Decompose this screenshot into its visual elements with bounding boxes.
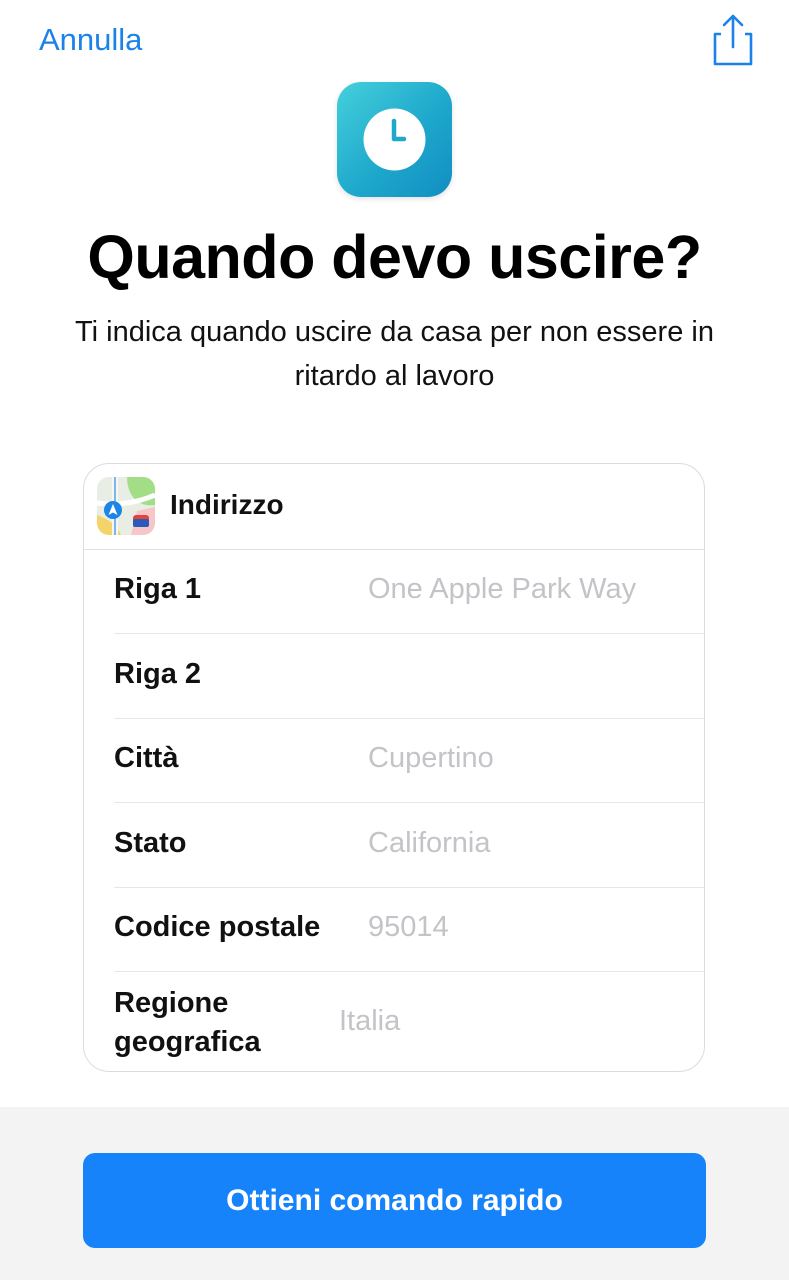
shortcut-title: Quando devo uscire? (87, 223, 702, 291)
get-shortcut-button[interactable]: Ottieni comando rapido (83, 1153, 706, 1248)
field-placeholder: One Apple Park Way (368, 573, 637, 605)
shortcut-app-icon (337, 82, 452, 197)
field-label: Stato (114, 827, 187, 859)
region-field[interactable]: Regione geografica Italia (114, 972, 704, 1071)
field-placeholder: Cupertino (368, 742, 494, 774)
state-field[interactable]: Stato California (114, 803, 704, 888)
shortcut-description: Ti indica quando uscire da casa per non … (75, 316, 714, 392)
field-placeholder: California (368, 827, 491, 859)
field-placeholder: Italia (339, 1005, 401, 1037)
field-label: Riga 2 (114, 658, 202, 690)
share-icon (713, 14, 753, 66)
postal-code-field[interactable]: Codice postale 95014 (114, 887, 704, 972)
cancel-button[interactable]: Annulla (39, 22, 142, 58)
field-placeholder: 95014 (368, 911, 449, 943)
field-label: Riga 1 (114, 573, 202, 605)
maps-app-icon (97, 477, 155, 535)
city-field[interactable]: Città Cupertino (114, 718, 704, 803)
address-line1-field[interactable]: Riga 1 One Apple Park Way (114, 549, 704, 634)
address-card-title: Indirizzo (170, 489, 284, 520)
clock-icon (363, 108, 426, 171)
address-card: Indirizzo Riga 1 One Apple Park Way Riga… (83, 463, 705, 1072)
field-label: Codice postale (114, 911, 321, 943)
share-button[interactable] (708, 12, 758, 70)
address-card-header: Indirizzo (84, 464, 704, 550)
address-line2-field[interactable]: Riga 2 (114, 634, 704, 719)
field-label: Città (114, 742, 179, 774)
field-label: Regione geografica (114, 987, 261, 1058)
